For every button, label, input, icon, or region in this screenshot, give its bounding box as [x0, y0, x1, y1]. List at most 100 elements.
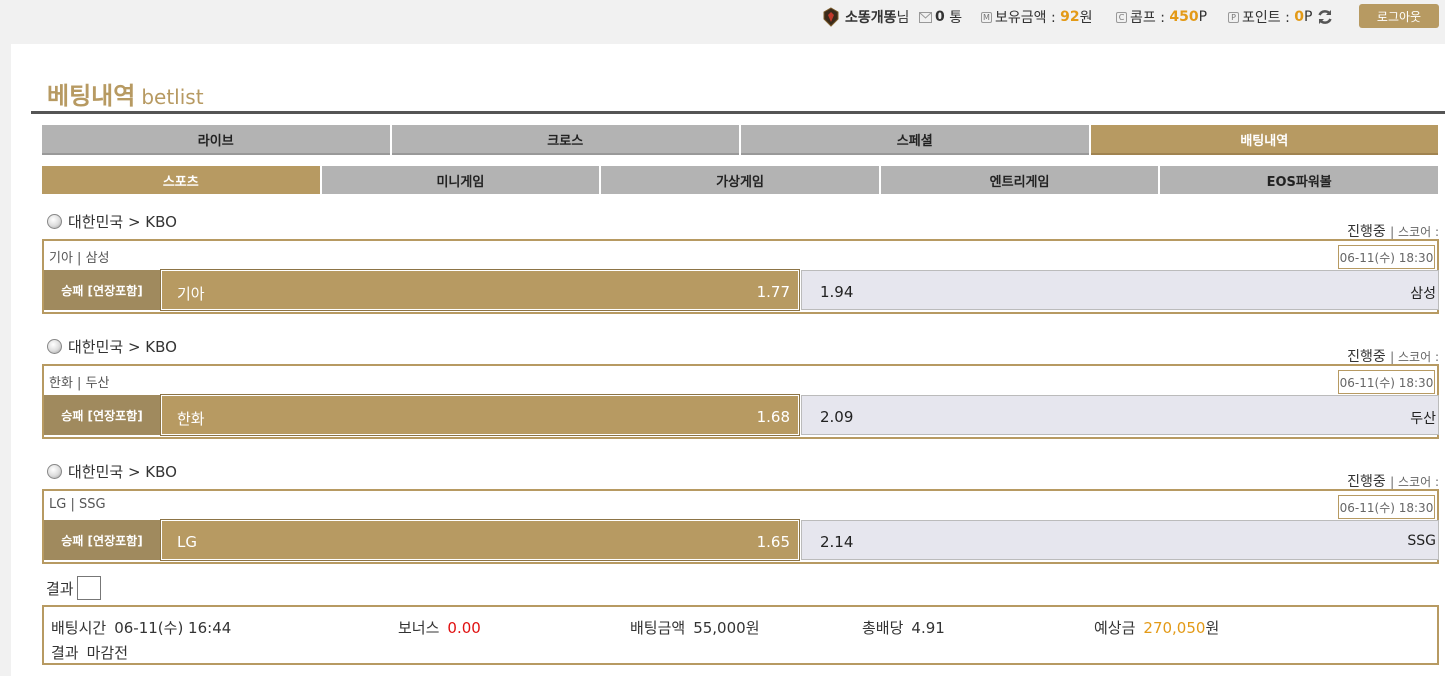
other-odds: 1.94: [820, 283, 854, 301]
expected-unit: 원: [1205, 619, 1220, 637]
bet-amount: 배팅금액 55,000원: [630, 617, 760, 638]
bet-result-value: 마감전: [86, 644, 129, 662]
balance-label: 보유금액 :: [995, 10, 1056, 26]
other-odds: 2.14: [820, 533, 854, 551]
username: 소똥개똥: [845, 10, 897, 26]
match-status: 진행중 | 스코어 :: [1347, 346, 1439, 366]
result-checkbox-label: 결과: [46, 579, 74, 598]
other-pick: 2.14 SSG: [801, 520, 1439, 560]
expected-label: 예상금: [1094, 619, 1136, 637]
total-odds-label: 총배당: [862, 619, 904, 637]
score-label: | 스코어 :: [1390, 350, 1439, 364]
match-teams: LG | SSG: [49, 497, 106, 512]
point-unit: P: [1304, 9, 1313, 25]
baseball-icon: [47, 214, 62, 229]
match-status: 진행중 | 스코어 :: [1347, 471, 1439, 491]
match-time: 06-11(수) 18:30: [1338, 245, 1435, 269]
point-icon: P: [1228, 11, 1239, 23]
pick-team: LG: [177, 533, 197, 551]
bet-result: 결과 마감전: [51, 642, 128, 663]
selected-pick: 한화 1.68: [160, 394, 800, 436]
subtab-sports[interactable]: 스포츠: [42, 166, 320, 194]
refresh-icon[interactable]: [1316, 8, 1334, 26]
pick-team: 기아: [177, 285, 205, 303]
envelope-icon: [919, 11, 932, 23]
bet-time: 배팅시간 06-11(수) 16:44: [51, 617, 231, 638]
other-team: 삼성: [1410, 286, 1436, 302]
league-name: 대한민국 > KBO: [68, 213, 177, 231]
market-type: 승패 [연장포함]: [44, 270, 160, 310]
sub-tabs: 스포츠 미니게임 가상게임 엔트리게임 EOS파워볼: [42, 166, 1438, 194]
baseball-icon: [47, 464, 62, 479]
tab-live[interactable]: 라이브: [42, 125, 390, 155]
match-box: LG | SSG 06-11(수) 18:30 승패 [연장포함] LG 1.6…: [42, 489, 1439, 564]
pick-odds: 1.65: [756, 533, 790, 551]
user-info: 소똥개똥 님: [822, 7, 909, 27]
bonus-value: 0.00: [447, 619, 481, 637]
market-type: 승패 [연장포함]: [44, 520, 160, 560]
score-label: | 스코어 :: [1390, 475, 1439, 489]
messages-unit: 통: [949, 10, 963, 26]
score-label: | 스코어 :: [1390, 225, 1439, 239]
main-tabs: 라이브 크로스 스페셜 배팅내역: [42, 125, 1438, 155]
match-status: 진행중 | 스코어 :: [1347, 221, 1439, 241]
other-team: SSG: [1407, 533, 1436, 549]
other-team: 두산: [1410, 411, 1436, 427]
comp-unit: P: [1198, 9, 1208, 25]
balance-value: 92: [1060, 9, 1080, 25]
point: P 포인트 : 0P: [1228, 7, 1334, 27]
match-time: 06-11(수) 18:30: [1338, 495, 1435, 519]
money-icon: M: [981, 11, 992, 23]
result-checkbox[interactable]: [76, 576, 101, 600]
tab-cross[interactable]: 크로스: [391, 125, 739, 155]
expected-win: 예상금 270,050원: [1094, 617, 1219, 638]
bonus-label: 보너스: [398, 619, 440, 637]
pick-odds: 1.77: [756, 283, 790, 301]
status-text: 진행중: [1347, 349, 1386, 365]
bet-summary: 배팅시간 06-11(수) 16:44 보너스 0.00 배팅금액 55,000원 총…: [42, 605, 1439, 665]
rank-emblem-icon: [823, 7, 839, 27]
other-pick: 2.09 두산: [801, 395, 1439, 435]
bet-amount-label: 배팅금액: [630, 619, 686, 637]
league-label: 대한민국 > KBO: [47, 461, 177, 482]
subtab-minigame[interactable]: 미니게임: [321, 166, 600, 194]
match-time: 06-11(수) 18:30: [1338, 370, 1435, 394]
tab-special[interactable]: 스페셜: [741, 125, 1089, 155]
baseball-icon: [47, 339, 62, 354]
page-title-text: 베팅내역: [47, 82, 136, 110]
main-panel: 베팅내역 betlist 라이브 크로스 스페셜 배팅내역 스포츠 미니게임 가상…: [11, 44, 1445, 676]
comp-icon: C: [1116, 11, 1127, 23]
match-box: 한화 | 두산 06-11(수) 18:30 승패 [연장포함] 한화 1.68…: [42, 364, 1439, 439]
league-name: 대한민국 > KBO: [68, 463, 177, 481]
pick-team: 한화: [177, 410, 205, 428]
comp-value: 450: [1169, 9, 1199, 25]
expected-value: 270,050: [1143, 619, 1206, 637]
tab-betlist[interactable]: 배팅내역: [1090, 125, 1438, 155]
point-value: 0: [1294, 9, 1305, 25]
other-odds: 2.09: [820, 408, 854, 426]
page-subtitle: betlist: [141, 85, 204, 109]
subtab-virtual[interactable]: 가상게임: [601, 166, 879, 194]
match-box: 기아 | 삼성 06-11(수) 18:30 승패 [연장포함] 기아 1.77…: [42, 239, 1439, 314]
bonus: 보너스 0.00: [398, 617, 481, 638]
comp: C 콤프 : 450 P: [1116, 7, 1207, 27]
point-label: 포인트 :: [1242, 10, 1290, 26]
pick-odds: 1.68: [756, 408, 790, 426]
league-label: 대한민국 > KBO: [47, 336, 177, 357]
result-checkbox-row: 결과: [46, 576, 101, 600]
honorific: 님: [896, 10, 910, 26]
balance: M 보유금액 : 92 원: [981, 7, 1093, 27]
title-divider: [31, 111, 1445, 114]
total-odds: 총배당 4.91: [862, 617, 945, 638]
league-label: 대한민국 > KBO: [47, 211, 177, 232]
subtab-entry[interactable]: 엔트리게임: [880, 166, 1159, 194]
bet-amount-value: 55,000원: [693, 619, 760, 637]
status-text: 진행중: [1347, 474, 1386, 490]
bet-match: 대한민국 > KBO 진행중 | 스코어 : LG | SSG 06-11(수)…: [42, 461, 1439, 586]
bet-match: 대한민국 > KBO 진행중 | 스코어 : 기아 | 삼성 06-11(수) …: [42, 211, 1439, 336]
subtab-eos-powerball[interactable]: EOS파워볼: [1160, 166, 1438, 194]
match-teams: 한화 | 두산: [49, 376, 110, 391]
logout-button[interactable]: 로그아웃: [1359, 4, 1439, 28]
bet-time-label: 배팅시간: [51, 619, 107, 637]
messages[interactable]: 0 통: [919, 7, 962, 27]
